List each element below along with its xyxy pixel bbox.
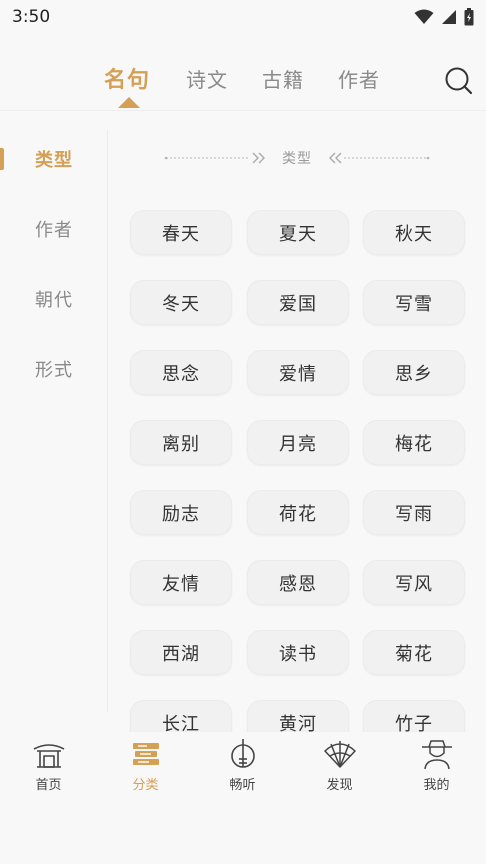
tag-chip[interactable]: 长江 — [130, 700, 232, 732]
temple-icon — [33, 744, 64, 768]
tag-chip[interactable]: 写风 — [363, 560, 465, 605]
nav-category[interactable]: 分类 — [97, 732, 194, 798]
tab-authors[interactable]: 作者 — [338, 64, 380, 93]
tag-chip[interactable]: 思念 — [130, 350, 232, 395]
section-title: 类型 — [282, 151, 312, 167]
tag-content: 类型 春天 夏天 秋天 冬天 爱国 写雪 思念 爱情 思乡 离别 月亮 梅花 励… — [108, 130, 486, 732]
tag-chip[interactable]: 月亮 — [247, 420, 349, 465]
status-bar: 3:50 — [0, 0, 486, 34]
books-icon — [132, 743, 159, 765]
wifi-icon — [414, 9, 434, 24]
tab-classics[interactable]: 古籍 — [262, 64, 304, 93]
tag-chip[interactable]: 思乡 — [363, 350, 465, 395]
tag-chip[interactable]: 写雪 — [363, 280, 465, 325]
bottom-nav: 首页 分类 畅听 发现 我的 — [0, 732, 486, 802]
nav-profile[interactable]: 我的 — [388, 732, 485, 798]
nav-listen-label: 畅听 — [229, 778, 256, 793]
status-icons — [414, 8, 474, 26]
nav-discover[interactable]: 发现 — [291, 732, 388, 798]
tag-chip[interactable]: 梅花 — [363, 420, 465, 465]
sidebar-item-type[interactable]: 类型 — [0, 139, 108, 179]
category-sidebar: 类型 作者 朝代 形式 — [0, 130, 108, 712]
tag-chip[interactable]: 读书 — [247, 630, 349, 675]
sidebar-item-form[interactable]: 形式 — [0, 349, 108, 389]
tag-chip[interactable]: 春天 — [130, 210, 232, 255]
left-ornament-icon — [164, 152, 265, 164]
tab-poetry[interactable]: 诗文 — [186, 64, 228, 93]
top-nav: 名句 诗文 古籍 作者 — [0, 50, 486, 110]
tag-chip[interactable]: 西湖 — [130, 630, 232, 675]
tag-chip[interactable]: 离别 — [130, 420, 232, 465]
nav-home-label: 首页 — [35, 778, 62, 793]
cellular-signal-icon — [442, 10, 456, 24]
scholar-icon — [421, 740, 452, 770]
nav-profile-label: 我的 — [423, 778, 450, 793]
right-ornament-icon — [329, 152, 430, 164]
nav-discover-label: 发现 — [326, 778, 353, 793]
tag-chip[interactable]: 励志 — [130, 490, 232, 535]
nav-home[interactable]: 首页 — [0, 732, 97, 798]
tag-chip[interactable]: 菊花 — [363, 630, 465, 675]
search-icon[interactable] — [444, 66, 474, 96]
fan-icon — [323, 741, 356, 768]
header-divider — [0, 110, 486, 111]
tag-chip[interactable]: 夏天 — [247, 210, 349, 255]
tag-chip[interactable]: 感恩 — [247, 560, 349, 605]
section-header: 类型 — [164, 148, 430, 168]
nav-category-label: 分类 — [132, 778, 159, 793]
nav-listen[interactable]: 畅听 — [194, 732, 291, 798]
tag-chip[interactable]: 秋天 — [363, 210, 465, 255]
tag-chip[interactable]: 爱国 — [247, 280, 349, 325]
tag-chip[interactable]: 竹子 — [363, 700, 465, 732]
active-tab-indicator — [118, 97, 140, 108]
tag-chip[interactable]: 荷花 — [247, 490, 349, 535]
status-time: 3:50 — [12, 7, 51, 27]
tag-chip[interactable]: 冬天 — [130, 280, 232, 325]
tab-famous-quotes[interactable]: 名句 — [104, 62, 150, 94]
sidebar-item-author[interactable]: 作者 — [0, 209, 108, 249]
guqin-icon — [230, 739, 255, 768]
tag-chip[interactable]: 爱情 — [247, 350, 349, 395]
sidebar-active-marker — [0, 148, 4, 170]
tag-chip[interactable]: 写雨 — [363, 490, 465, 535]
tag-chip[interactable]: 黄河 — [247, 700, 349, 732]
sidebar-item-dynasty[interactable]: 朝代 — [0, 279, 108, 319]
tag-chip[interactable]: 友情 — [130, 560, 232, 605]
battery-icon — [464, 8, 474, 26]
